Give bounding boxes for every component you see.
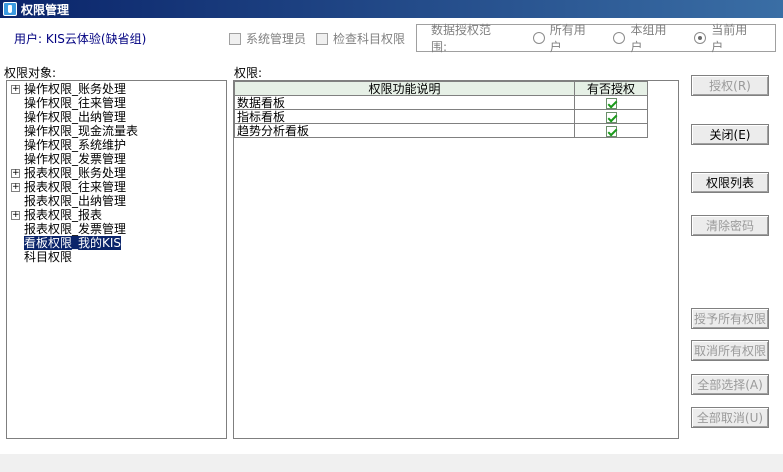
radio-current-user[interactable]: 当前用户: [694, 21, 759, 55]
tree-item[interactable]: + 操作权限_账务处理: [7, 82, 226, 96]
permissions-label: 权限:: [234, 66, 263, 80]
tree-item-label: 操作权限_账务处理: [24, 82, 127, 96]
grant-all-button[interactable]: 授予所有权限: [691, 308, 769, 329]
expand-icon[interactable]: +: [11, 182, 20, 192]
row-description: 数据看板: [234, 95, 575, 110]
table-row[interactable]: 趋势分析看板: [234, 123, 648, 138]
radio-dot[interactable]: [613, 32, 626, 44]
column-granted: 有否授权: [574, 81, 648, 96]
checkbox-box[interactable]: [316, 32, 328, 45]
tree-item[interactable]: + 报表权限_账务处理: [7, 166, 226, 180]
radio-all-users[interactable]: 所有用户: [532, 21, 598, 55]
row-description: 趋势分析看板: [234, 123, 575, 138]
close-button[interactable]: 关闭(E): [691, 124, 769, 145]
radio-dot-selected[interactable]: [694, 32, 707, 44]
revoke-all-button[interactable]: 取消所有权限: [691, 340, 769, 361]
data-scope-label: 数据授权范围:: [431, 23, 492, 54]
tree-item-label: 报表权限_账务处理: [24, 166, 127, 180]
tree-item-selected[interactable]: 看板权限_我的KIS: [7, 236, 226, 250]
data-scope-group: 数据授权范围: 所有用户 本组用户 当前用户: [416, 21, 776, 55]
row-granted-cell[interactable]: [574, 109, 648, 124]
tree-item[interactable]: + 报表权限_往来管理: [7, 180, 226, 194]
tree-item[interactable]: 操作权限_现金流量表: [7, 124, 226, 138]
dialog-body: 用户: KIS云体验(缺省组) 系统管理员 检查科目权限 数据授权范围: 所有用…: [0, 18, 783, 472]
table-header-row: 权限功能说明 有否授权: [234, 81, 648, 96]
tree-item-label: 报表权限_出纳管理: [24, 194, 127, 208]
status-bar: [0, 454, 783, 472]
radio-group-users-label: 本组用户: [630, 23, 667, 54]
row-granted-cell[interactable]: [574, 123, 648, 138]
granted-checkbox[interactable]: [605, 97, 617, 109]
check-subject-permission-label: 检查科目权限: [333, 32, 406, 46]
radio-dot[interactable]: [532, 32, 545, 44]
tree-item-label: 报表权限_发票管理: [24, 222, 127, 236]
tree-item-label: 操作权限_往来管理: [24, 96, 127, 110]
tree-item-label: 报表权限_报表: [24, 208, 103, 222]
permission-list-button[interactable]: 权限列表: [691, 172, 769, 193]
expand-icon[interactable]: +: [11, 210, 20, 220]
tree-item-label: 操作权限_系统维护: [24, 138, 127, 152]
tree-item-label: 操作权限_出纳管理: [24, 110, 127, 124]
expand-icon[interactable]: +: [11, 84, 20, 94]
checkbox-box[interactable]: [229, 32, 241, 45]
tree-item[interactable]: 科目权限: [7, 250, 226, 264]
table-row[interactable]: 指标看板: [234, 109, 648, 124]
tree-item[interactable]: 操作权限_系统维护: [7, 138, 226, 152]
deselect-all-button[interactable]: 全部取消(U): [691, 407, 769, 428]
tree-item[interactable]: 操作权限_往来管理: [7, 96, 226, 110]
row-description: 指标看板: [234, 109, 575, 124]
tree-item-label: 看板权限_我的KIS: [24, 236, 122, 250]
tree-item-label: 操作权限_发票管理: [24, 152, 127, 166]
permission-object-tree[interactable]: + 操作权限_账务处理 操作权限_往来管理 操作权限_出纳管理 操作权限_现金流量…: [6, 80, 227, 439]
radio-group-users[interactable]: 本组用户: [613, 21, 678, 55]
window-title: 权限管理: [21, 2, 70, 17]
radio-all-users-label: 所有用户: [549, 23, 586, 54]
tree-item[interactable]: 操作权限_出纳管理: [7, 110, 226, 124]
tree-item-label: 操作权限_现金流量表: [24, 124, 139, 138]
expand-icon[interactable]: +: [11, 168, 20, 178]
system-admin-label: 系统管理员: [246, 32, 307, 46]
tree-item-label: 报表权限_往来管理: [24, 180, 127, 194]
permission-objects-label: 权限对象:: [4, 66, 57, 80]
row-granted-cell[interactable]: [574, 95, 648, 110]
column-description: 权限功能说明: [234, 81, 575, 96]
grant-button[interactable]: 授权(R): [691, 75, 769, 96]
check-subject-permission-checkbox[interactable]: 检查科目权限: [316, 30, 405, 47]
granted-checkbox[interactable]: [605, 125, 617, 137]
tree-item-label: 科目权限: [24, 250, 73, 264]
tree-item[interactable]: + 报表权限_报表: [7, 208, 226, 222]
user-label: 用户: KIS云体验(缺省组): [14, 32, 147, 46]
table-row[interactable]: 数据看板: [234, 95, 648, 110]
tree-item[interactable]: 报表权限_发票管理: [7, 222, 226, 236]
app-icon: [3, 2, 17, 16]
system-admin-checkbox[interactable]: 系统管理员: [229, 30, 306, 47]
granted-checkbox[interactable]: [605, 111, 617, 123]
select-all-button[interactable]: 全部选择(A): [691, 374, 769, 395]
permission-table: 权限功能说明 有否授权 数据看板 指标看板 趋势分析看板: [234, 81, 648, 138]
clear-password-button[interactable]: 清除密码: [691, 215, 769, 236]
title-bar: 权限管理: [0, 0, 783, 18]
tree-item[interactable]: 操作权限_发票管理: [7, 152, 226, 166]
tree-item[interactable]: 报表权限_出纳管理: [7, 194, 226, 208]
radio-current-user-label: 当前用户: [711, 23, 748, 54]
permission-grid-panel: 权限功能说明 有否授权 数据看板 指标看板 趋势分析看板: [233, 80, 679, 439]
